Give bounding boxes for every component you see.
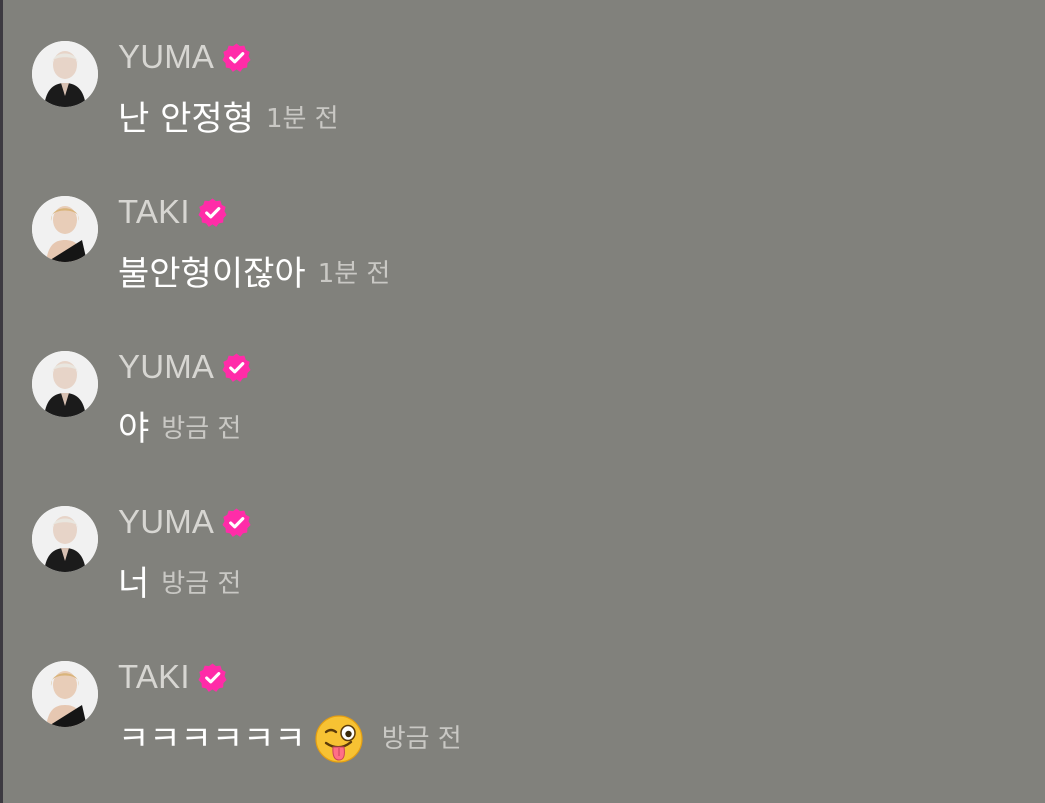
avatar-taki-image xyxy=(32,196,98,262)
message-text: ㅋㅋㅋㅋㅋㅋ xyxy=(118,719,306,759)
author-name[interactable]: YUMA xyxy=(118,347,214,387)
message-text: 난 안정형 xyxy=(118,99,254,139)
avatar-yuma-image xyxy=(32,506,98,572)
message-timestamp: 1분 전 xyxy=(265,104,339,134)
author-name[interactable]: TAKI xyxy=(118,192,190,232)
verified-badge-icon xyxy=(221,352,252,383)
avatar-taki[interactable] xyxy=(32,196,98,262)
message-text: 불안형이잖아 xyxy=(118,254,306,294)
avatar-yuma-image xyxy=(32,351,98,417)
author-name[interactable]: TAKI xyxy=(118,657,190,697)
avatar-taki[interactable] xyxy=(32,661,98,727)
window-left-edge xyxy=(0,0,3,803)
verified-badge-icon xyxy=(197,197,228,228)
avatar-yuma[interactable] xyxy=(32,41,98,107)
chat-message: TAKI ㅋㅋㅋㅋㅋㅋ 방금 전 xyxy=(32,657,1012,787)
winking-face-with-tongue-emoji xyxy=(314,714,364,764)
message-timestamp: 방금 전 xyxy=(381,724,462,754)
message-timestamp: 1분 전 xyxy=(317,259,391,289)
avatar-yuma[interactable] xyxy=(32,351,98,417)
chat-message: YUMA 너 방금 전 xyxy=(32,502,1012,632)
avatar-taki-image xyxy=(32,661,98,727)
verified-badge-icon xyxy=(221,507,252,538)
message-timestamp: 방금 전 xyxy=(161,569,242,599)
message-text: 너 xyxy=(118,564,150,604)
chat-message: YUMA 야 방금 전 xyxy=(32,347,1012,477)
chat-message: TAKI 불안형이잖아 1분 전 xyxy=(32,192,1012,322)
author-name[interactable]: YUMA xyxy=(118,502,214,542)
verified-badge-icon xyxy=(221,42,252,73)
message-timestamp: 방금 전 xyxy=(161,414,242,444)
verified-badge-icon xyxy=(197,662,228,693)
avatar-yuma[interactable] xyxy=(32,506,98,572)
message-text: 야 xyxy=(118,409,150,449)
chat-message: YUMA 난 안정형 1분 전 xyxy=(32,37,1012,167)
avatar-yuma-image xyxy=(32,41,98,107)
author-name[interactable]: YUMA xyxy=(118,37,214,77)
